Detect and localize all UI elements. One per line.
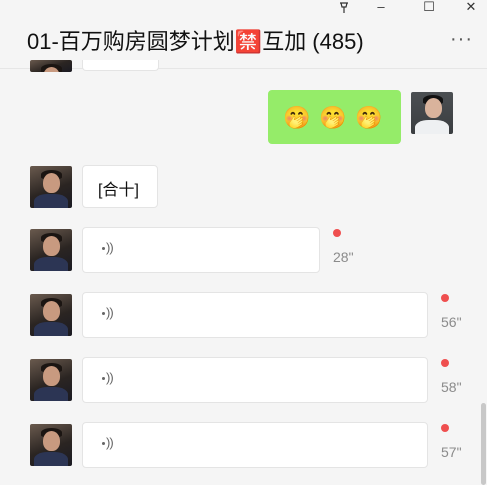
sender-avatar[interactable] <box>30 424 72 466</box>
message-text: [合十] <box>98 182 139 199</box>
sender-avatar[interactable] <box>30 294 72 336</box>
chat-header: – ☐ ✕ 01-百万购房圆梦计划🈲互加 (485) ··· <box>0 0 487 69</box>
sender-avatar[interactable] <box>30 166 72 208</box>
sender-avatar[interactable] <box>30 229 72 271</box>
voice-message-bubble[interactable]: )) <box>82 422 428 468</box>
sender-avatar[interactable] <box>30 359 72 401</box>
unread-dot <box>441 294 449 302</box>
pin-icon[interactable] <box>332 0 356 16</box>
message-bubble <box>82 60 159 71</box>
emoji-mouth-cover: 🤭 <box>355 105 383 130</box>
voice-wave-icon: )) <box>102 435 114 450</box>
voice-wave-icon: )) <box>102 305 114 320</box>
unread-dot <box>333 229 341 237</box>
emoji-mouth-cover: 🤭 <box>319 105 347 130</box>
maximize-button[interactable]: ☐ <box>417 0 441 16</box>
sender-avatar[interactable] <box>30 60 72 72</box>
voice-message-bubble[interactable]: )) <box>82 292 428 338</box>
voice-duration: 28" <box>333 249 354 265</box>
voice-duration: 57" <box>441 444 462 460</box>
voice-wave-icon: )) <box>102 370 114 385</box>
voice-message-bubble[interactable]: )) <box>82 357 428 403</box>
voice-duration: 58" <box>441 379 462 395</box>
close-button[interactable]: ✕ <box>459 0 483 16</box>
unread-dot <box>441 359 449 367</box>
chat-title: 01-百万购房圆梦计划🈲互加 (485) <box>27 29 364 54</box>
emoji-mouth-cover: 🤭 <box>283 105 311 130</box>
voice-message-bubble[interactable]: )) <box>82 227 320 273</box>
text-message-bubble[interactable]: [合十] <box>82 165 158 208</box>
minimize-button[interactable]: – <box>369 0 393 16</box>
scrollbar-thumb[interactable] <box>481 403 486 485</box>
voice-duration: 56" <box>441 314 462 330</box>
my-message-bubble[interactable]: 🤭 🤭 🤭 <box>268 90 401 144</box>
more-options-button[interactable]: ··· <box>450 29 473 49</box>
voice-wave-icon: )) <box>102 240 114 255</box>
my-avatar[interactable] <box>411 92 453 134</box>
unread-dot <box>441 424 449 432</box>
